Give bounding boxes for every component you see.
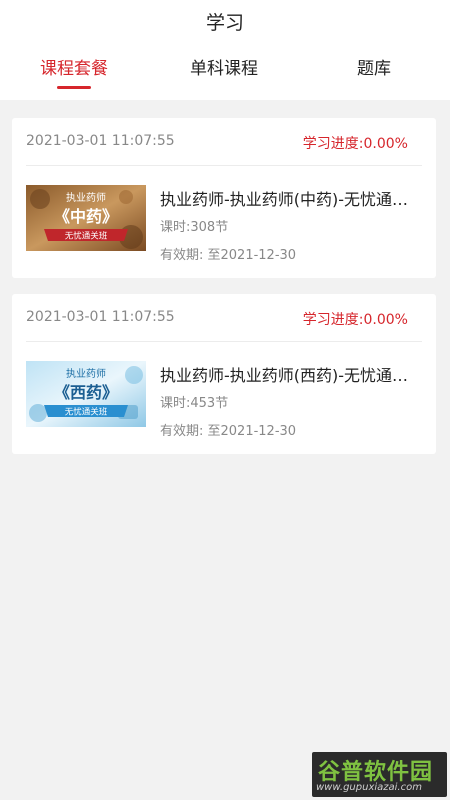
study-progress: 学习进度:0.00% — [302, 136, 408, 152]
tab-single-course[interactable]: 单科课程 — [164, 56, 284, 82]
active-tab-indicator — [57, 86, 91, 89]
card-header: 2021-03-01 11:07:55 学习进度:0.00% — [26, 294, 422, 342]
study-progress: 学习进度:0.00% — [302, 312, 408, 328]
course-title[interactable]: 执业药师-执业药师(中药)-无忧通关班 — [160, 186, 422, 210]
page-title: 学习 — [205, 12, 244, 34]
thumb-top-text: 执业药师 — [66, 191, 106, 204]
tab-bar: 课程套餐 单科课程 题库 — [0, 56, 450, 92]
course-thumbnail[interactable]: 执业药师 《中药》 无忧通关班 — [26, 185, 146, 251]
course-hours: 课时:308节 — [160, 220, 229, 235]
thumb-main-text: 《西药》 — [54, 383, 118, 402]
thumb-ribbon-text: 无忧通关班 — [65, 231, 108, 242]
thumb-top-text: 执业药师 — [66, 367, 106, 380]
watermark-url: www.gupuxiazai.com — [316, 782, 422, 793]
course-thumbnail[interactable]: 执业药师 《西药》 无忧通关班 — [26, 361, 146, 427]
site-watermark: 谷普软件园 www.gupuxiazai.com — [312, 752, 447, 797]
course-validity: 有效期: 至2021-12-30 — [160, 424, 297, 439]
course-validity: 有效期: 至2021-12-30 — [160, 248, 297, 263]
tab-course-package[interactable]: 课程套餐 — [14, 56, 134, 82]
thumb-main-text: 《中药》 — [54, 207, 118, 226]
purchase-date: 2021-03-01 11:07:55 — [26, 309, 175, 325]
course-card[interactable]: 2021-03-01 11:07:55 学习进度:0.00% 执业药师 《西药》… — [12, 294, 436, 454]
app-header: 学习 课程套餐 单科课程 题库 — [0, 0, 450, 100]
course-title[interactable]: 执业药师-执业药师(西药)-无忧通关班 — [160, 362, 422, 386]
card-header: 2021-03-01 11:07:55 学习进度:0.00% — [26, 118, 422, 166]
course-card[interactable]: 2021-03-01 11:07:55 学习进度:0.00% 执业药师 《中药》… — [12, 118, 436, 278]
purchase-date: 2021-03-01 11:07:55 — [26, 133, 175, 149]
tab-question-bank[interactable]: 题库 — [314, 56, 434, 82]
thumb-ribbon-text: 无忧通关班 — [65, 407, 108, 418]
course-hours: 课时:453节 — [160, 396, 229, 411]
